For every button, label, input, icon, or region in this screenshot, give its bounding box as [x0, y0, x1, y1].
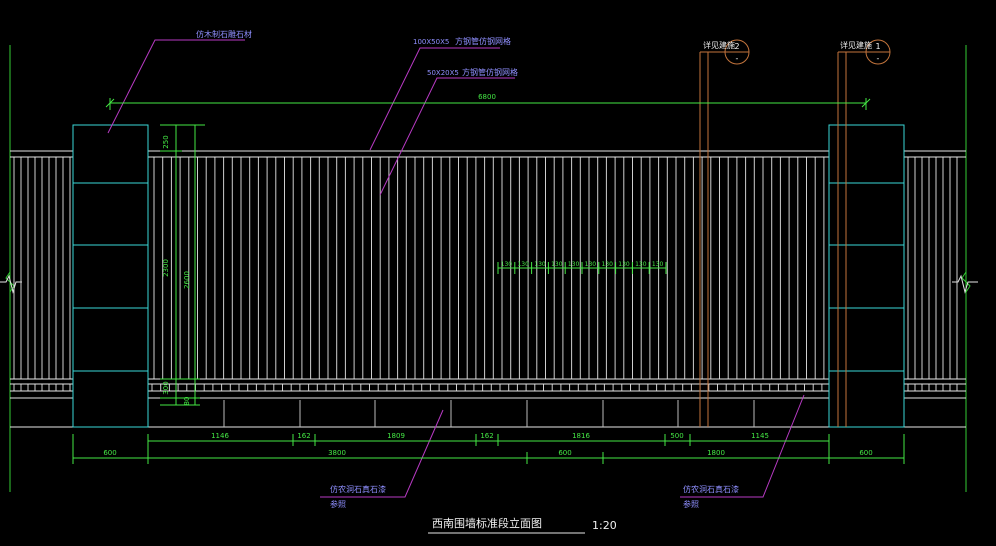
dim-row1-e: 1816 — [572, 432, 590, 440]
label-bottom-left-2: 参照 — [330, 499, 346, 509]
elevation-drawing: 2 - 详见建施 1 - 详见建施 仿木制石雕石材 100X50X5 方钢管仿钢… — [0, 0, 996, 546]
spacing-label: 130 — [517, 261, 529, 268]
label-bottom-right-2: 参照 — [683, 499, 699, 509]
dim-row1-b: 162 — [297, 432, 310, 440]
pillar-right — [828, 124, 905, 428]
callout-2-text: 详见建施 — [703, 40, 735, 50]
drawing-title: 西南围墙标准段立面图 — [432, 516, 542, 530]
dim-row1-c: 1809 — [387, 432, 405, 440]
callout-1-number: 1 — [875, 42, 880, 51]
label-bars-desc: 方钢管仿钢网格 — [462, 67, 518, 77]
spacing-label: 130 — [568, 261, 580, 268]
dim-base: 80 — [183, 397, 191, 406]
dim-fence-inner: 2300 — [162, 259, 170, 277]
spacing-label: 130 — [618, 261, 630, 268]
spacing-label: 130 — [585, 261, 597, 268]
dim-row2-e: 600 — [859, 449, 872, 457]
callout-2-number: 2 — [734, 42, 739, 51]
callout-1-text: 详见建施 — [840, 40, 872, 50]
spacing-label: 130 — [551, 261, 563, 268]
dim-low-section: 300 — [162, 381, 170, 394]
dim-row2-c: 600 — [558, 449, 571, 457]
label-pillar-stone: 仿木制石雕石材 — [196, 29, 252, 39]
dim-row1-d: 162 — [480, 432, 493, 440]
dim-row1-g: 1145 — [751, 432, 769, 440]
dim-top-offset: 250 — [162, 135, 170, 148]
spacing-label: 130 — [601, 261, 613, 268]
dim-row1-a: 1146 — [211, 432, 229, 440]
dim-row2-b: 3800 — [328, 449, 346, 457]
drawing-scale: 1:20 — [592, 519, 617, 532]
label-bottom-right-1: 仿农洞石真石漆 — [683, 484, 739, 494]
label-rail-top-desc: 方钢管仿钢网格 — [455, 36, 511, 46]
dim-fence-total: 2600 — [183, 271, 191, 289]
label-bars-size: 50X20X5 — [427, 69, 459, 77]
dim-row1-f: 500 — [670, 432, 683, 440]
dim-row2-d: 1800 — [707, 449, 725, 457]
label-rail-top-size: 100X50X5 — [413, 38, 449, 46]
spacing-label: 130 — [635, 261, 647, 268]
label-bottom-left-1: 仿农洞石真石漆 — [330, 484, 386, 494]
dim-overall-width: 6800 — [478, 93, 496, 101]
callout-2-sub: - — [736, 54, 739, 63]
spacing-label: 130 — [501, 261, 513, 268]
spacing-label: 130 — [652, 261, 664, 268]
spacing-label: 130 — [534, 261, 546, 268]
dim-row2-a: 600 — [103, 449, 116, 457]
pillar-left — [72, 124, 149, 428]
callout-1-sub: - — [877, 54, 880, 63]
